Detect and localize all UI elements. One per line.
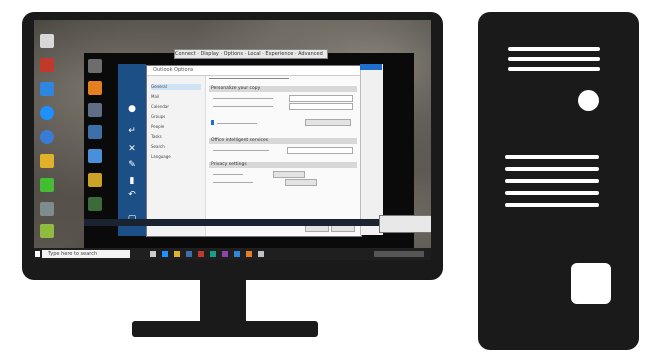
settings-nav-item[interactable]: Calendar [151,104,201,110]
monitor-screen: Connect · Display · Options · Local · Ex… [34,20,431,260]
text-line [213,150,269,151]
tower-vent-slot [505,203,599,207]
initials-field[interactable] [289,103,353,110]
tower-vent-slot [505,155,599,159]
remote-icon-3[interactable] [88,103,102,117]
remote-taskbar [84,219,414,226]
settings-nav-item[interactable]: Groups [151,114,201,120]
settings-nav-item[interactable]: Tasks [151,134,201,140]
app-icon-purple[interactable] [222,251,228,257]
desktop-icon-edge[interactable] [40,106,54,120]
system-tray[interactable] [374,251,424,257]
settings-button[interactable] [285,179,317,186]
power-button[interactable] [578,90,599,111]
remote-icon-7[interactable] [88,197,102,211]
reading-pane-tab[interactable] [360,64,382,70]
desktop-icon-browser[interactable] [40,130,54,144]
tower-vent-slot [508,57,600,61]
text-line [213,174,243,175]
arrow-icon[interactable]: ↵ [126,126,138,136]
privacy-button[interactable] [273,171,305,178]
tower-vent-slot [505,191,599,195]
trash-icon[interactable]: ▮ [126,176,138,186]
section-header: Personalize your copy [209,86,357,92]
task-view-icon[interactable] [150,251,156,257]
settings-nav-item[interactable]: Mail [151,94,201,100]
settings-nav-item[interactable]: Language [151,154,201,160]
settings-nav-item[interactable]: General [151,84,201,90]
app-icon-red[interactable] [198,251,204,257]
person-icon[interactable]: ● [126,104,138,114]
settings-window: Outlook Options General Mail Calendar Gr… [146,65,367,237]
remote-icon-4[interactable] [88,125,102,139]
tower-vent-slot [508,47,600,51]
reading-pane [360,64,383,235]
text-line [213,182,253,183]
settings-nav-item[interactable]: People [151,124,201,130]
desktop-icon-app-green[interactable] [40,178,54,192]
settings-title: Outlook Options [147,66,367,76]
start-icon[interactable] [35,251,40,257]
tower-vent-slot [505,167,599,171]
remote-icon-2[interactable] [88,81,102,95]
app-nav-rail: ● ↵ ✕ ✎ ▮ ↶ ▢ [118,64,146,236]
settings-nav-item[interactable]: Search [151,144,201,150]
text-line [213,98,273,99]
desktop-icon-app-lime[interactable] [40,224,54,238]
app-icon-orange[interactable] [246,251,252,257]
edge-icon[interactable] [162,251,168,257]
options-button[interactable] [305,119,351,126]
tower-vent-slot [508,67,600,71]
monitor-neck [200,280,246,322]
tower-vent-slot [505,179,599,183]
monitor-base [132,321,318,337]
services-dropdown[interactable] [287,147,353,154]
section-header: Privacy settings [209,162,357,168]
remote-icon-6[interactable] [88,173,102,187]
app-icon-teal[interactable] [210,251,216,257]
edit-icon[interactable]: ✎ [126,160,138,170]
name-field[interactable] [289,95,353,102]
notification-toast[interactable] [379,215,431,233]
desktop-icon-folder[interactable] [40,154,54,168]
content-heading-line [209,78,289,79]
desktop-icon-recycle[interactable] [40,34,54,48]
remote-icon-5[interactable] [88,149,102,163]
settings-nav: General Mail Calendar Groups People Task… [147,76,206,236]
text-line [213,106,273,107]
remote-icon-1[interactable] [88,59,102,73]
desktop-icon-app-grey[interactable] [40,202,54,216]
text-line [217,123,257,124]
desktop-icon-app-blue[interactable] [40,82,54,96]
taskbar: Type here to search [34,248,431,260]
store-icon[interactable] [186,251,192,257]
folder-icon[interactable] [174,251,180,257]
undo-icon[interactable]: ↶ [126,190,138,200]
section-header: Office intelligent services [209,138,357,144]
close-icon[interactable]: ✕ [126,144,138,154]
taskbar-search-input[interactable]: Type here to search [42,250,130,258]
remote-connection-toolbar[interactable]: Connect · Display · Options · Local · Ex… [174,49,328,59]
drive-bay [571,263,611,304]
settings-content: Personalize your copy Office intelligent… [209,76,357,234]
app-icon-blue[interactable] [234,251,240,257]
app-icon-grey[interactable] [258,251,264,257]
checkbox[interactable] [211,120,214,125]
desktop-icon-app-red[interactable] [40,58,54,72]
